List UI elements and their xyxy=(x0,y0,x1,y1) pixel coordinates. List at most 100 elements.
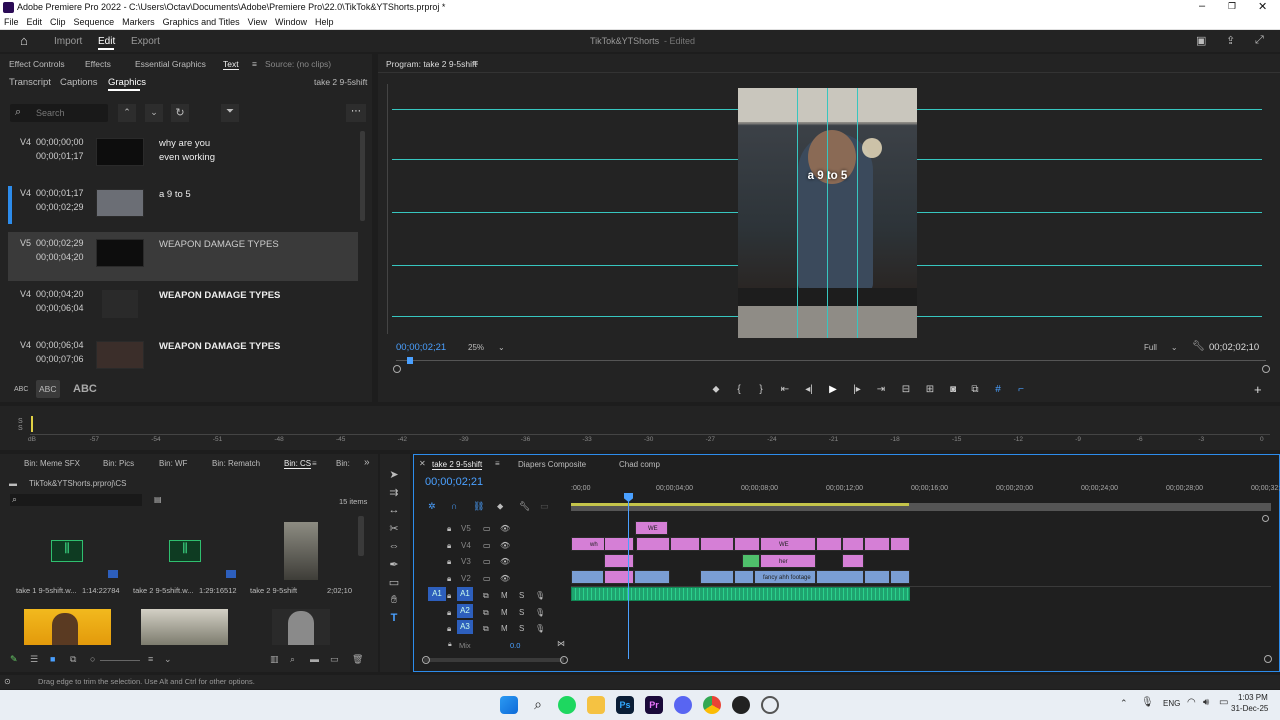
source-patch-a1[interactable]: A1 xyxy=(428,587,446,601)
microphone-icon[interactable]: 🎙︎ xyxy=(1141,697,1154,708)
clip[interactable] xyxy=(571,570,604,584)
workspaces-icon[interactable]: ▣ xyxy=(1196,34,1206,47)
video-frame[interactable]: a 9 to 5 xyxy=(738,88,917,338)
next-down-button[interactable]: ⌄ xyxy=(145,104,163,122)
fullscreen-icon[interactable]: ⤢ xyxy=(1255,34,1264,47)
clip[interactable] xyxy=(700,570,734,584)
tab-essential-graphics[interactable]: Essential Graphics xyxy=(135,59,206,69)
wrench-icon[interactable]: 🔧︎ xyxy=(1192,341,1205,352)
start-icon[interactable] xyxy=(500,696,518,714)
settings-wrench-icon[interactable]: 🔧︎ xyxy=(519,501,530,512)
close-tab-icon[interactable]: ✕ xyxy=(419,459,426,468)
prev-up-button[interactable]: ⌃ xyxy=(118,104,136,122)
premiere-icon[interactable]: Pr xyxy=(645,696,663,714)
clock-app-icon[interactable] xyxy=(732,696,750,714)
add-marker-icon[interactable]: ⬥ xyxy=(704,384,728,395)
playhead-line[interactable] xyxy=(628,493,629,659)
sync-lock-icon[interactable]: ▭ xyxy=(483,541,491,550)
snap-icon[interactable]: ∩ xyxy=(451,501,457,511)
overflow-tabs-icon[interactable]: » xyxy=(364,457,370,468)
voiceover-icon[interactable]: 🎙︎ xyxy=(535,608,545,617)
camera-icon[interactable]: ◙ xyxy=(942,384,964,395)
chevron-down-icon[interactable]: ⌄ xyxy=(164,654,172,665)
clip[interactable] xyxy=(816,537,842,551)
ripple-edit-icon[interactable]: ↔ xyxy=(386,504,402,520)
search-input[interactable]: ⌕ Search xyxy=(10,104,108,122)
bin-item[interactable]: ⫼ xyxy=(10,520,122,580)
solo-icon[interactable]: S xyxy=(519,591,524,600)
lift-icon[interactable]: ⊟ xyxy=(894,384,918,395)
volume-icon[interactable]: 🔊︎ xyxy=(1203,697,1209,708)
freeform-view-icon[interactable]: ⧉ xyxy=(70,654,76,665)
tab-menu-icon[interactable]: ≡ xyxy=(495,459,500,468)
nest-icon[interactable]: ✲ xyxy=(428,501,436,512)
tab-text[interactable]: Text xyxy=(223,59,239,70)
battery-icon[interactable]: ▭ xyxy=(1219,697,1228,708)
filter-icon[interactable]: ⏷ xyxy=(221,104,239,122)
menu-sequence[interactable]: Sequence xyxy=(74,17,115,27)
solo-icon[interactable]: S xyxy=(519,608,524,617)
selection-tool-icon[interactable]: ➤ xyxy=(386,468,402,484)
tab-import[interactable]: Import xyxy=(54,36,82,47)
bin-menu-icon[interactable]: ≡ xyxy=(312,459,317,468)
tab-sequence[interactable]: take 2 9-5shift xyxy=(432,460,483,470)
tab-source[interactable]: Source: (no clips) xyxy=(265,59,331,69)
razor-icon[interactable]: ✂ xyxy=(386,522,402,538)
menu-file[interactable]: File xyxy=(4,17,19,27)
tab-edit[interactable]: Edit xyxy=(98,36,115,47)
sync-lock-icon[interactable]: ⧉ xyxy=(483,608,489,618)
list-item[interactable]: V4 00;00;06;04 00;00;07;06 WEAPON DAMAGE… xyxy=(8,334,358,382)
clip[interactable] xyxy=(604,537,634,551)
lock-icon[interactable]: 🔒︎ xyxy=(448,641,452,649)
captions-icon[interactable]: ▭ xyxy=(540,501,549,512)
bin-tab-more[interactable]: Bin: xyxy=(336,459,350,468)
automate-icon[interactable]: ▥ xyxy=(270,654,279,665)
list-item[interactable]: V4 00;00;00;00 00;00;01;17 why are you e… xyxy=(8,131,358,179)
bin-video-thumbnail[interactable] xyxy=(284,522,318,580)
slip-icon[interactable]: ⇔ xyxy=(386,540,402,556)
extract-icon[interactable]: ⊞ xyxy=(918,384,942,395)
add-button-icon[interactable]: + xyxy=(1254,382,1262,397)
program-menu-icon[interactable]: ≡ xyxy=(473,58,478,68)
lock-icon[interactable]: 🔒︎ xyxy=(447,624,451,634)
time-ruler[interactable]: :00;00 00;00;04;00 00;00;08;00 00;00;12;00 0… xyxy=(571,483,1280,495)
new-bin-icon[interactable]: ▤ xyxy=(154,495,162,504)
quality-select[interactable]: Full ⌄ xyxy=(1144,343,1178,352)
subtab-transcript[interactable]: Transcript xyxy=(9,77,51,88)
compare-icon[interactable]: ⧉ xyxy=(964,384,986,395)
spotify-icon[interactable] xyxy=(558,696,576,714)
eye-icon[interactable]: 👁︎ xyxy=(500,541,510,550)
eye-icon[interactable]: 👁︎ xyxy=(500,574,510,583)
menu-markers[interactable]: Markers xyxy=(122,17,155,27)
sync-lock-icon[interactable]: ⧉ xyxy=(483,624,489,634)
eye-icon[interactable]: 👁︎ xyxy=(500,557,510,566)
linked-selection-icon[interactable]: ⛓︎ xyxy=(473,501,484,512)
h-scroll-end[interactable] xyxy=(560,656,568,664)
scrub-end-handle[interactable] xyxy=(1262,365,1270,373)
bin-tab-wf[interactable]: Bin: WF xyxy=(159,459,187,468)
bin-image-thumbnail[interactable] xyxy=(24,609,111,645)
pencil-icon[interactable]: ✎ xyxy=(10,654,18,665)
snap-guides-icon[interactable]: ⌐ xyxy=(1010,384,1032,395)
chrome-icon[interactable] xyxy=(703,696,721,714)
bin-tab-cs[interactable]: Bin: CS xyxy=(284,459,312,469)
menu-edit[interactable]: Edit xyxy=(27,17,43,27)
clip[interactable] xyxy=(864,537,890,551)
list-view-icon[interactable]: ☰ xyxy=(30,654,38,665)
voiceover-icon[interactable]: 🎙︎ xyxy=(535,624,545,633)
go-to-in-icon[interactable]: ⇤ xyxy=(772,384,798,395)
clip[interactable] xyxy=(742,554,760,568)
minimize-icon[interactable]: – xyxy=(1199,0,1205,12)
scrub-track[interactable] xyxy=(396,360,1266,361)
bin-image-thumbnail[interactable] xyxy=(141,609,228,645)
playhead-marker[interactable] xyxy=(407,357,413,364)
type-tool-icon[interactable]: T xyxy=(386,612,402,628)
track-select-icon[interactable]: ⇉ xyxy=(386,486,402,502)
v-scroll-end[interactable] xyxy=(1264,655,1272,663)
playhead-handle[interactable] xyxy=(624,493,633,502)
lock-icon[interactable]: 🔒︎ xyxy=(447,541,451,551)
tab-chad-comp[interactable]: Chad comp xyxy=(619,460,660,469)
clip[interactable] xyxy=(890,570,910,584)
h-scroll-track[interactable] xyxy=(424,658,564,662)
tab-effects[interactable]: Effects xyxy=(85,59,111,69)
